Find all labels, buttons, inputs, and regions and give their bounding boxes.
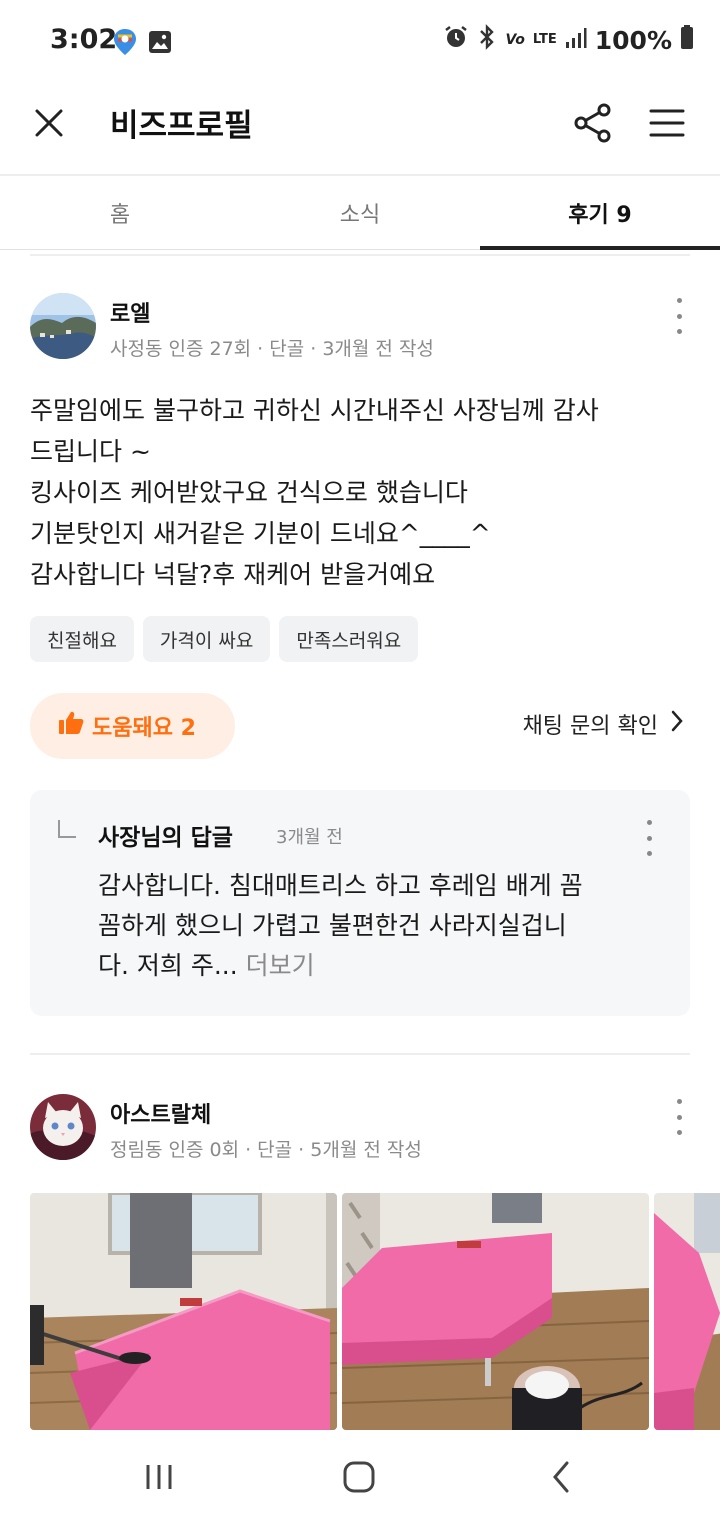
tab-home[interactable]: 홈 — [0, 176, 240, 249]
review-tag: 만족스러워요 — [279, 616, 419, 662]
back-icon[interactable] — [538, 1454, 584, 1500]
status-bar: 3:02 Vo LTE 100% — [0, 0, 720, 84]
location-pin-icon — [112, 28, 138, 56]
reply-title: 사장님의 답글 — [98, 825, 233, 851]
system-nav-bar — [0, 1430, 720, 1520]
reply-indent-icon — [58, 820, 76, 838]
helpful-button[interactable]: 도움돼요 2 — [30, 693, 235, 759]
helpful-label: 도움돼요 2 — [92, 716, 196, 741]
more-vert-icon[interactable] — [644, 820, 654, 856]
battery-percent: 100% — [594, 25, 672, 55]
review-tag: 가격이 싸요 — [142, 616, 271, 662]
thumbs-up-icon — [58, 710, 84, 742]
reply-body: 감사합니다. 침대매트리스 하고 후레임 배게 꼼 꼼하게 했으니 가렵고 불편… — [98, 866, 658, 986]
status-time: 3:02 — [50, 24, 118, 55]
review-line: 기분탓인지 새거같은 기분이 드네요^____^ — [30, 519, 491, 548]
review-line: 주말임에도 불구하고 귀하신 시간내주신 사장님께 감사 — [30, 396, 599, 425]
lte-indicator: LTE — [532, 32, 557, 47]
share-icon[interactable] — [568, 98, 618, 148]
tab-reviews[interactable]: 후기 9 — [480, 176, 720, 250]
more-vert-icon[interactable] — [674, 1099, 684, 1135]
avatar[interactable] — [30, 1094, 96, 1160]
more-vert-icon[interactable] — [674, 298, 684, 334]
battery-icon — [680, 24, 694, 56]
review-meta: 사정동 인증 27회 · 단골 · 3개월 전 작성 — [110, 338, 434, 360]
bluetooth-icon — [477, 24, 497, 56]
review-line: 감사합니다 넉달?후 재케어 받을거예요 — [30, 560, 436, 589]
read-more-link[interactable]: 더보기 — [246, 951, 315, 980]
app-bar: 비즈프로필 — [0, 84, 720, 174]
review-line: 드립니다 ~ — [30, 437, 151, 466]
review-author[interactable]: 아스트랄체 — [110, 1097, 211, 1129]
volte-icon: Vo — [505, 32, 525, 48]
divider — [30, 1053, 690, 1055]
review-line: 킹사이즈 케어받았구요 건식으로 했습니다 — [30, 478, 468, 507]
review-tags: 친절해요 가격이 싸요 만족스러워요 — [30, 616, 419, 662]
reply-line: 다. 저희 주... — [98, 951, 238, 980]
review-author[interactable]: 로엘 — [110, 296, 150, 328]
page-title: 비즈프로필 — [110, 108, 253, 144]
review-photo-strip[interactable] — [30, 1193, 720, 1430]
chat-inquiry-label: 채팅 문의 확인 — [522, 714, 658, 739]
tab-news[interactable]: 소식 — [240, 176, 480, 249]
review-photo[interactable] — [30, 1193, 337, 1430]
review-meta: 정림동 인증 0회 · 단골 · 5개월 전 작성 — [110, 1139, 422, 1161]
review-tag: 친절해요 — [30, 616, 134, 662]
home-icon[interactable] — [336, 1454, 382, 1500]
reply-time: 3개월 전 — [276, 827, 343, 848]
chevron-right-icon — [670, 710, 684, 738]
close-icon[interactable] — [26, 100, 72, 146]
divider — [30, 254, 690, 256]
reply-line: 꼼하게 했으니 가렵고 불편한건 사라지실겁니 — [98, 911, 567, 940]
review-body: 주말임에도 불구하고 귀하신 시간내주신 사장님께 감사 드립니다 ~ 킹사이즈… — [30, 390, 700, 595]
avatar[interactable] — [30, 293, 96, 359]
tab-bar: 홈 소식 후기 9 — [0, 174, 720, 250]
chat-inquiry-link[interactable]: 채팅 문의 확인 — [523, 708, 684, 740]
gallery-icon — [148, 28, 172, 56]
owner-reply: 사장님의 답글 3개월 전 감사합니다. 침대매트리스 하고 후레임 배게 꼼 … — [30, 790, 690, 1016]
alarm-icon — [443, 24, 469, 56]
reply-line: 감사합니다. 침대매트리스 하고 후레임 배게 꼼 — [98, 871, 583, 900]
review-photo[interactable] — [654, 1193, 720, 1430]
status-right-group: Vo LTE 100% — [443, 24, 694, 56]
hamburger-menu-icon[interactable] — [646, 102, 688, 144]
review-photo[interactable] — [342, 1193, 649, 1430]
recent-apps-icon[interactable] — [136, 1454, 182, 1500]
signal-icon — [565, 26, 587, 55]
